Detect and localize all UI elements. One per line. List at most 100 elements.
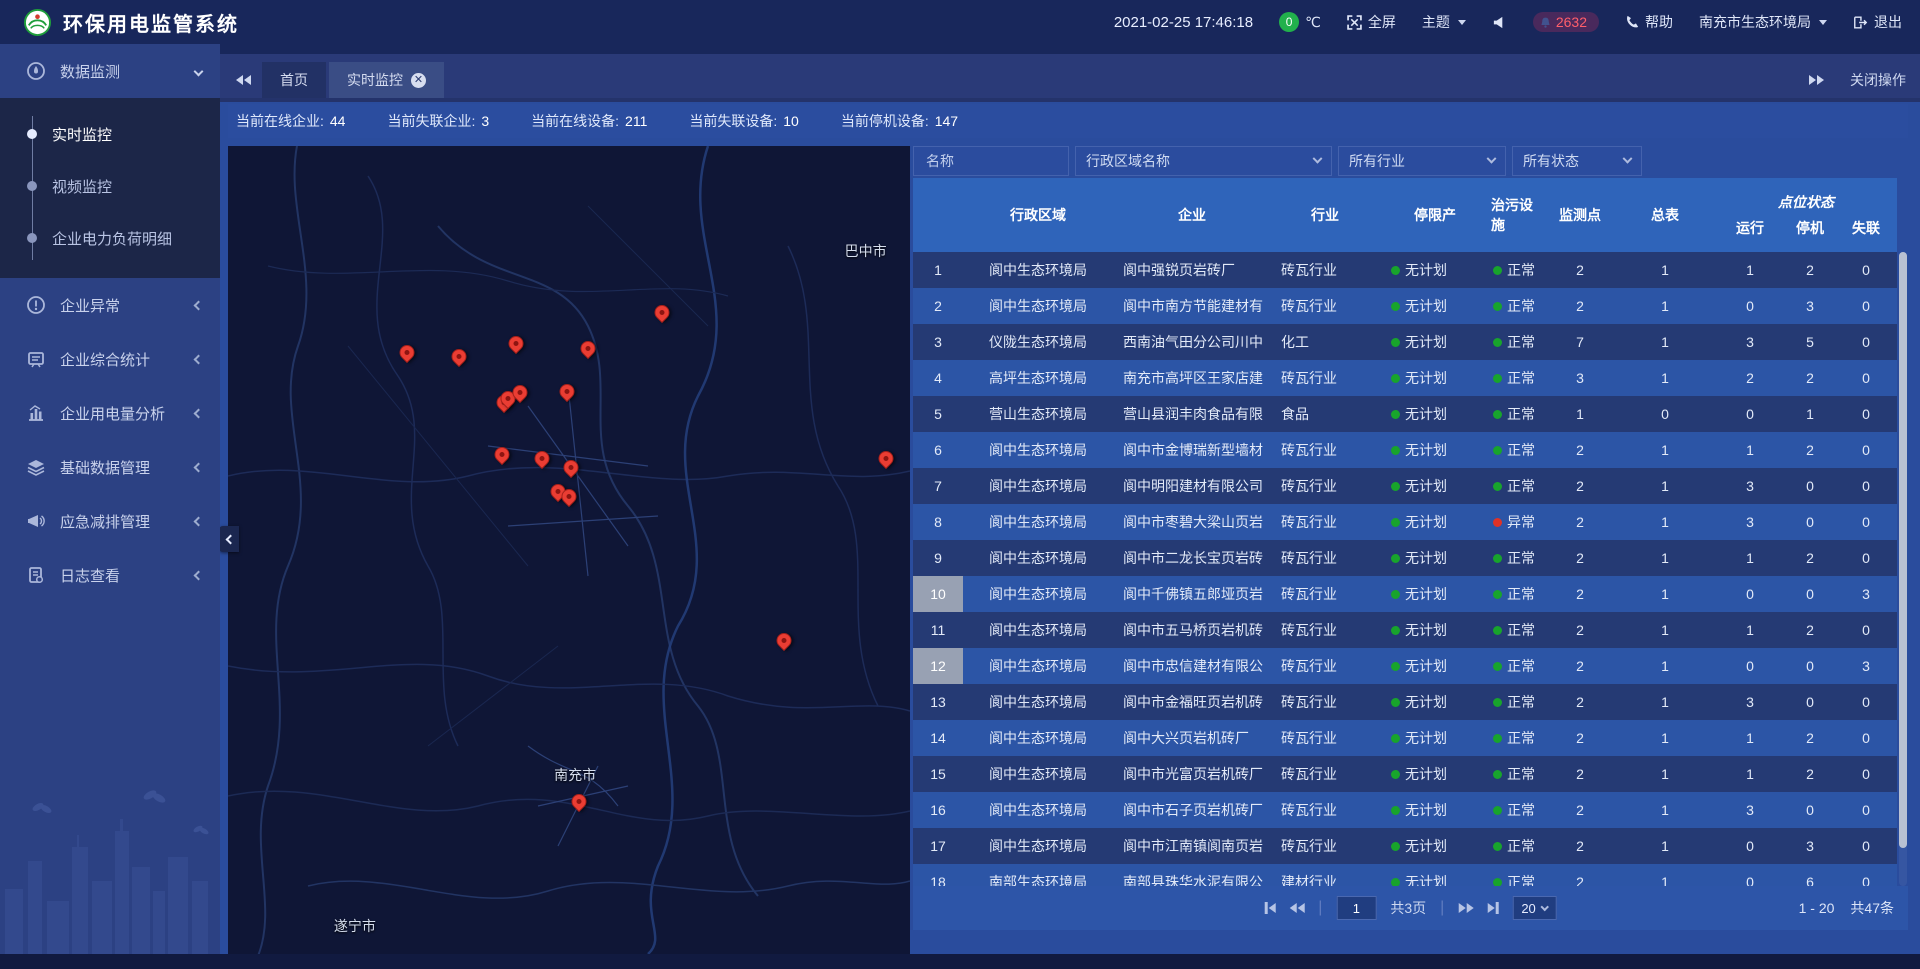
tabs-scroll-right-button[interactable] — [1809, 75, 1824, 85]
col-header-production-limit[interactable]: 停限产 — [1379, 178, 1491, 252]
table-row[interactable]: 14阆中生态环境局阆中大兴页岩机砖厂砖瓦行业无计划正常21120 — [913, 720, 1897, 756]
chevron-down-icon — [194, 66, 204, 76]
company-cell: 阆中市二龙长宝页岩砖 — [1113, 540, 1271, 576]
next-page-button[interactable] — [1458, 903, 1473, 913]
row-index-cell[interactable]: 16 — [913, 792, 963, 828]
stat-value: 211 — [625, 113, 647, 129]
row-index-cell[interactable]: 13 — [913, 684, 963, 720]
first-page-button[interactable] — [1264, 902, 1275, 914]
sidebar-item-realtime-monitoring[interactable]: 实时监控 — [0, 108, 220, 160]
table-row[interactable]: 15阆中生态环境局阆中市光富页岩机砖厂砖瓦行业无计划正常21120 — [913, 756, 1897, 792]
map-canvas[interactable]: 巴中市南充市遂宁市 — [228, 146, 910, 954]
sidebar-item-data-monitoring[interactable]: 数据监测 — [0, 44, 220, 98]
table-row[interactable]: 13阆中生态环境局阆中市金福旺页岩机砖砖瓦行业无计划正常21300 — [913, 684, 1897, 720]
col-header-stopped[interactable]: 停机 — [1785, 214, 1835, 252]
row-index-cell[interactable]: 4 — [913, 360, 963, 396]
col-header-disconnected[interactable]: 失联 — [1835, 214, 1897, 252]
industry-cell: 化工 — [1271, 324, 1379, 360]
scrollbar-thumb[interactable] — [1899, 252, 1907, 848]
tab-home[interactable]: 首页 — [262, 62, 326, 98]
table-row[interactable]: 16阆中生态环境局阆中市石子页岩机砖厂砖瓦行业无计划正常21300 — [913, 792, 1897, 828]
row-index-cell[interactable]: 1 — [913, 252, 963, 288]
tab-realtime-monitoring[interactable]: 实时监控 ✕ — [329, 62, 444, 98]
close-operations-button[interactable]: 关闭操作 — [1850, 70, 1906, 90]
industry-cell: 砖瓦行业 — [1271, 252, 1379, 288]
table-row[interactable]: 10阆中生态环境局阆中千佛镇五郎垭页岩砖瓦行业无计划正常21003 — [913, 576, 1897, 612]
table-row[interactable]: 7阆中生态环境局阆中明阳建材有限公司砖瓦行业无计划正常21300 — [913, 468, 1897, 504]
total-meter-cell: 0 — [1615, 396, 1715, 432]
status-select[interactable]: 所有状态 — [1512, 146, 1642, 176]
row-index-cell[interactable]: 15 — [913, 756, 963, 792]
sidebar-item-basic-data-management[interactable]: 基础数据管理 — [0, 440, 220, 494]
row-index-cell[interactable]: 9 — [913, 540, 963, 576]
production-limit-cell: 无计划 — [1379, 720, 1491, 756]
table-row[interactable]: 4高坪生态环境局南充市高坪区王家店建砖瓦行业无计划正常31220 — [913, 360, 1897, 396]
page-number-input[interactable]: 1 — [1336, 896, 1376, 920]
row-index-cell[interactable]: 6 — [913, 432, 963, 468]
row-index-cell[interactable]: 5 — [913, 396, 963, 432]
disconnected-cell: 0 — [1835, 252, 1897, 288]
sidebar-item-power-consumption-analysis[interactable]: 企业用电量分析 — [0, 386, 220, 440]
notification-badge[interactable]: 2632 — [1533, 12, 1599, 32]
map-collapse-button[interactable] — [219, 526, 239, 552]
org-dropdown[interactable]: 南充市生态环境局 — [1699, 12, 1827, 32]
table-row[interactable]: 2阆中生态环境局阆中市南方节能建材有砖瓦行业无计划正常21030 — [913, 288, 1897, 324]
last-page-button[interactable] — [1487, 902, 1498, 914]
name-search-input[interactable] — [924, 152, 1058, 170]
status-dot-icon — [1391, 842, 1400, 851]
row-index-cell[interactable]: 11 — [913, 612, 963, 648]
table-row[interactable]: 9阆中生态环境局阆中市二龙长宝页岩砖砖瓦行业无计划正常21120 — [913, 540, 1897, 576]
table-row[interactable]: 6阆中生态环境局阆中市金博瑞新型墙材砖瓦行业无计划正常21120 — [913, 432, 1897, 468]
table-row[interactable]: 5营山生态环境局营山县润丰肉食品有限食品无计划正常10010 — [913, 396, 1897, 432]
col-header-total-meter[interactable]: 总表 — [1615, 178, 1715, 252]
sidebar-item-enterprise-anomaly[interactable]: 企业异常 — [0, 278, 220, 332]
col-header-company[interactable]: 企业 — [1113, 178, 1271, 252]
sidebar-item-log-view[interactable]: 日志查看 — [0, 548, 220, 602]
table-row[interactable]: 17阆中生态环境局阆中市江南镇阆南页岩砖瓦行业无计划正常21030 — [913, 828, 1897, 864]
col-header-monitor-points[interactable]: 监测点 — [1545, 178, 1615, 252]
row-index-cell[interactable]: 10 — [913, 576, 963, 612]
row-index-cell[interactable]: 17 — [913, 828, 963, 864]
col-header-treatment[interactable]: 治污设施 — [1491, 178, 1545, 252]
col-header-industry[interactable]: 行业 — [1271, 178, 1379, 252]
prev-page-button[interactable] — [1289, 903, 1304, 913]
table-header: 行政区域 企业 行业 停限产 治污设施 监测点 总表 点位状态 运行 停机 失联 — [913, 178, 1897, 252]
region-select[interactable]: 行政区域名称 — [1075, 146, 1332, 176]
logout-button[interactable]: 退出 — [1853, 12, 1902, 32]
table-row[interactable]: 1阆中生态环境局阆中强锐页岩砖厂砖瓦行业无计划正常21120 — [913, 252, 1897, 288]
stopped-cell: 2 — [1785, 612, 1835, 648]
name-search-field[interactable] — [913, 146, 1069, 176]
sidebar-item-enterprise-statistics[interactable]: 企业综合统计 — [0, 332, 220, 386]
col-header-region[interactable]: 行政区域 — [963, 178, 1113, 252]
help-button[interactable]: 帮助 — [1625, 12, 1673, 32]
close-icon[interactable]: ✕ — [411, 73, 426, 88]
row-index-cell[interactable]: 12 — [913, 648, 963, 684]
row-index-cell[interactable]: 14 — [913, 720, 963, 756]
col-header-running[interactable]: 运行 — [1715, 214, 1785, 252]
row-index-cell[interactable]: 2 — [913, 288, 963, 324]
table-row[interactable]: 3仪陇生态环境局西南油气田分公司川中化工无计划正常71350 — [913, 324, 1897, 360]
disconnected-cell: 0 — [1835, 324, 1897, 360]
row-index-cell[interactable]: 3 — [913, 324, 963, 360]
table-row[interactable]: 11阆中生态环境局阆中市五马桥页岩机砖砖瓦行业无计划正常21120 — [913, 612, 1897, 648]
mute-button[interactable] — [1492, 15, 1507, 30]
table-row[interactable]: 12阆中生态环境局阆中市忠信建材有限公砖瓦行业无计划正常21003 — [913, 648, 1897, 684]
row-index-cell[interactable]: 8 — [913, 504, 963, 540]
theme-dropdown[interactable]: 主题 — [1422, 12, 1466, 32]
sidebar-item-emergency-reduction[interactable]: 应急减排管理 — [0, 494, 220, 548]
row-index-cell[interactable]: 18 — [913, 864, 963, 886]
status-dot-icon — [1493, 410, 1502, 419]
table-row[interactable]: 8阆中生态环境局阆中市枣碧大梁山页岩砖瓦行业无计划异常21300 — [913, 504, 1897, 540]
sidebar-item-power-load-detail[interactable]: 企业电力负荷明细 — [0, 212, 220, 264]
tabs-scroll-left-button[interactable] — [228, 62, 259, 98]
row-index-cell[interactable]: 7 — [913, 468, 963, 504]
sidebar-item-video-monitoring[interactable]: 视频监控 — [0, 160, 220, 212]
map-roads-layer — [228, 146, 910, 954]
stopped-cell: 2 — [1785, 252, 1835, 288]
industry-select[interactable]: 所有行业 — [1338, 146, 1506, 176]
city-skyline-decoration — [0, 779, 220, 954]
table-row[interactable]: 18南部生态环境局南部县珠华水泥有限公建材行业无计划正常21060 — [913, 864, 1897, 886]
page-size-select[interactable]: 20 — [1512, 896, 1556, 920]
fullscreen-button[interactable]: 全屏 — [1347, 12, 1396, 32]
stat-item: 当前停机设备:147 — [841, 111, 958, 131]
